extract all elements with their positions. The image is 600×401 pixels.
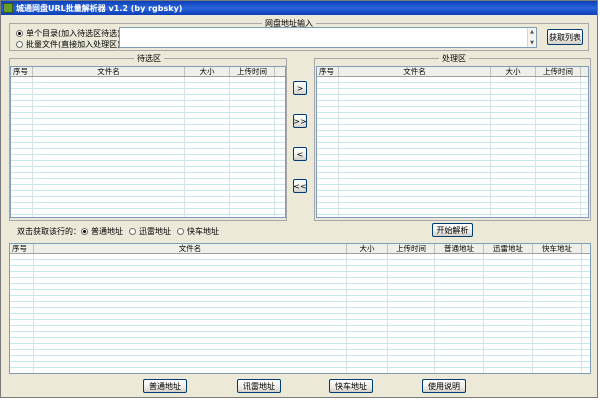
radio-dbl-xunlei[interactable]: 迅雷地址 [129, 226, 171, 237]
radio-single-dir-indicator[interactable] [16, 30, 23, 37]
radio-batch-file-label: 批量文件(直接加入处理区) [26, 40, 121, 49]
results-list-body[interactable] [10, 254, 590, 373]
move-all-left-button[interactable]: << [293, 179, 307, 193]
radio-dbl-xunlei-label: 迅雷地址 [139, 227, 171, 236]
main-window: 城通网盘URL批量解析器 v1.2 (by rgbsky) 网盘地址输入 单个目… [0, 0, 598, 398]
url-textarea-scrollbar[interactable]: ▲ ▼ [527, 28, 536, 47]
results-col-divider [532, 254, 533, 373]
scroll-down-icon[interactable]: ▼ [528, 39, 536, 47]
processing-col-upload-time[interactable]: 上传时间 [536, 67, 581, 76]
results-list-rows [10, 254, 590, 373]
processing-col-divider [338, 77, 339, 217]
pending-col-divider [229, 77, 230, 217]
move-all-right-button[interactable]: >> [293, 114, 307, 128]
start-parse-button[interactable]: 开始解析 [432, 223, 473, 237]
processing-col-size[interactable]: 大小 [491, 67, 536, 76]
results-col-normal-url[interactable]: 普通地址 [435, 244, 484, 253]
radio-single-dir[interactable]: 单个目录(加入待选区待选) [16, 28, 120, 39]
radio-dbl-normal[interactable]: 普通地址 [81, 226, 123, 237]
processing-col-filename[interactable]: 文件名 [339, 67, 491, 76]
pending-col-index[interactable]: 序号 [11, 67, 33, 76]
window-title: 城通网盘URL批量解析器 v1.2 (by rgbsky) [16, 3, 183, 13]
radio-dbl-kuaiche-indicator[interactable] [177, 228, 184, 235]
radio-batch-file-indicator[interactable] [16, 41, 23, 48]
pending-col-divider [274, 77, 275, 217]
processing-list-rows [317, 77, 588, 217]
results-list[interactable]: 序号 文件名 大小 上传时间 普通地址 迅雷地址 快车地址 [9, 243, 591, 374]
results-col-filename[interactable]: 文件名 [34, 244, 347, 253]
radio-dbl-kuaiche-label: 快车地址 [187, 227, 219, 236]
processing-col-divider [580, 77, 581, 217]
pending-col-filename[interactable]: 文件名 [33, 67, 185, 76]
bottom-normal-url-button[interactable]: 普通地址 [143, 379, 187, 393]
pending-col-divider [184, 77, 185, 217]
get-list-button[interactable]: 获取列表 [547, 29, 583, 45]
title-bar[interactable]: 城通网盘URL批量解析器 v1.2 (by rgbsky) [1, 1, 597, 15]
pending-list[interactable]: 序号 文件名 大小 上传时间 [10, 66, 286, 218]
move-right-button[interactable]: > [293, 81, 307, 95]
bottom-xunlei-url-button[interactable]: 讯雷地址 [237, 379, 281, 393]
results-col-xunlei-url[interactable]: 迅雷地址 [484, 244, 533, 253]
radio-dbl-normal-indicator[interactable] [81, 228, 88, 235]
dblclick-label: 双击获取该行的： [17, 227, 81, 236]
pending-list-body[interactable] [11, 77, 285, 217]
pending-list-rows [11, 77, 285, 217]
pending-col-divider [32, 77, 33, 217]
radio-dbl-normal-label: 普通地址 [91, 227, 123, 236]
results-col-index[interactable]: 序号 [10, 244, 34, 253]
usage-help-button[interactable]: 使用说明 [422, 379, 466, 393]
results-col-divider [346, 254, 347, 373]
app-icon [3, 3, 13, 13]
results-col-divider [387, 254, 388, 373]
processing-group-label: 处理区 [439, 53, 469, 64]
pending-col-upload-time[interactable]: 上传时间 [230, 67, 275, 76]
results-list-header: 序号 文件名 大小 上传时间 普通地址 迅雷地址 快车地址 [10, 244, 590, 254]
radio-batch-file[interactable]: 批量文件(直接加入处理区) [16, 39, 120, 50]
pending-list-header: 序号 文件名 大小 上传时间 [11, 67, 285, 77]
move-left-button[interactable]: < [293, 147, 307, 161]
processing-list-header: 序号 文件名 大小 上传时间 [317, 67, 588, 77]
pending-group-label: 待选区 [134, 53, 164, 64]
processing-col-divider [535, 77, 536, 217]
results-col-divider [581, 254, 582, 373]
bottom-kuaiche-url-button[interactable]: 快车地址 [329, 379, 373, 393]
results-col-divider [33, 254, 34, 373]
radio-dbl-kuaiche[interactable]: 快车地址 [177, 226, 219, 237]
radio-single-dir-label: 单个目录(加入待选区待选) [26, 29, 121, 38]
results-col-divider [434, 254, 435, 373]
processing-list-body[interactable] [317, 77, 588, 217]
results-col-size[interactable]: 大小 [347, 244, 388, 253]
processing-col-index[interactable]: 序号 [317, 67, 339, 76]
processing-list[interactable]: 序号 文件名 大小 上传时间 [316, 66, 589, 218]
radio-dbl-xunlei-indicator[interactable] [129, 228, 136, 235]
results-col-kuaiche-url[interactable]: 快车地址 [533, 244, 582, 253]
url-textarea[interactable]: ▲ ▼ [119, 27, 537, 48]
results-col-upload-time[interactable]: 上传时间 [388, 244, 435, 253]
pending-col-size[interactable]: 大小 [185, 67, 230, 76]
processing-col-divider [490, 77, 491, 217]
scroll-up-icon[interactable]: ▲ [528, 28, 536, 36]
results-col-divider [483, 254, 484, 373]
